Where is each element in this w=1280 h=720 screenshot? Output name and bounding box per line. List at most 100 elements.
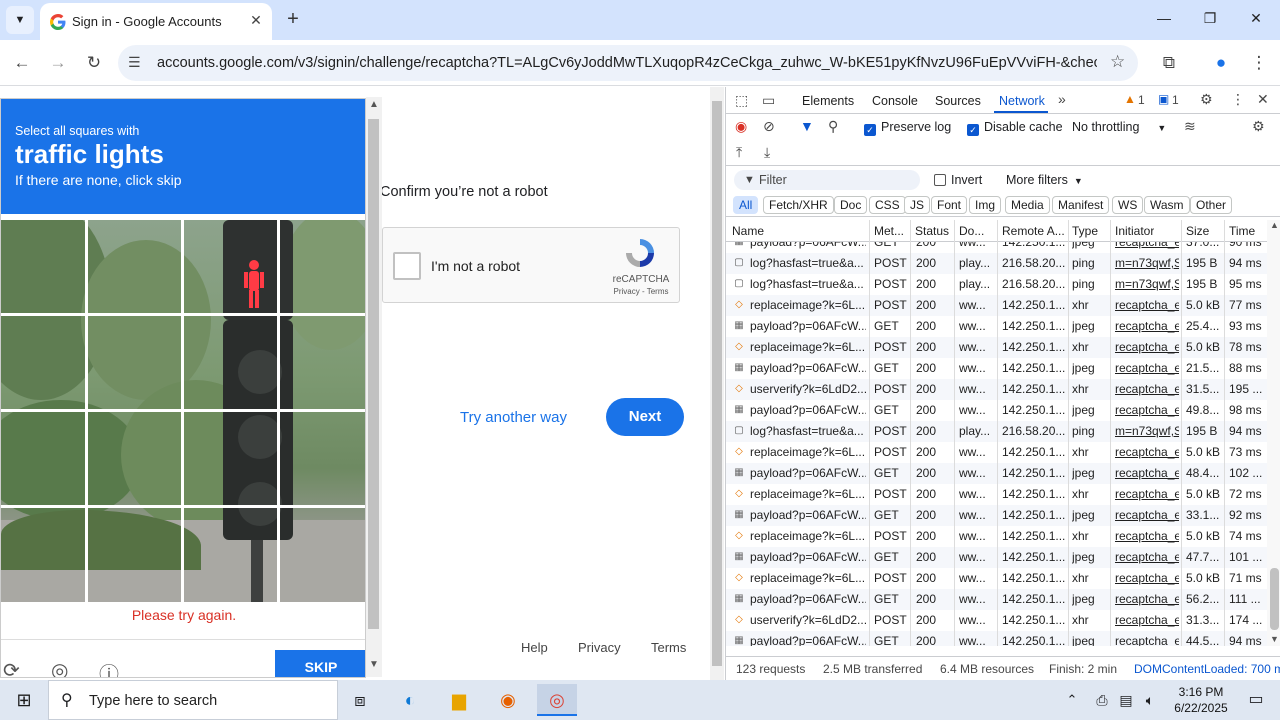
- request-initiator[interactable]: recaptcha_e: [1115, 319, 1179, 333]
- col-initiator[interactable]: Initiator: [1115, 224, 1154, 238]
- extensions-icon[interactable]: ⧉: [1156, 50, 1182, 76]
- message-icon[interactable]: ▣: [1158, 92, 1169, 106]
- try-another-way-link[interactable]: Try another way: [460, 409, 567, 426]
- type-filter-manifest[interactable]: Manifest: [1052, 196, 1110, 214]
- type-filter-css[interactable]: CSS: [869, 196, 906, 214]
- minimize-icon[interactable]: —: [1154, 10, 1174, 30]
- device-toolbar-icon[interactable]: ▭: [762, 92, 775, 109]
- reload-icon[interactable]: ↻: [81, 50, 107, 76]
- col-domain[interactable]: Do...: [959, 224, 995, 238]
- menu-kebab-icon[interactable]: ⋮: [1246, 50, 1272, 76]
- record-icon[interactable]: ◉: [735, 118, 747, 135]
- search-icon[interactable]: ⚲: [828, 118, 838, 135]
- scroll-up-icon[interactable]: ▲: [1270, 220, 1279, 230]
- recaptcha-privacy-terms[interactable]: Privacy - Terms: [609, 287, 673, 296]
- invert-checkbox[interactable]: Invert: [934, 173, 982, 187]
- filter-input[interactable]: ▼ Filter: [734, 170, 920, 190]
- col-type[interactable]: Type: [1072, 224, 1098, 238]
- col-status[interactable]: Status: [915, 224, 949, 238]
- network-table-scrollbar[interactable]: ▲ ▼: [1267, 220, 1280, 646]
- task-view-icon[interactable]: ⧈: [340, 684, 380, 716]
- request-initiator[interactable]: recaptcha_e: [1115, 613, 1179, 627]
- request-initiator[interactable]: recaptcha_e: [1115, 466, 1179, 480]
- network-icon[interactable]: ▤: [1114, 684, 1138, 716]
- type-filter-doc[interactable]: Doc: [834, 196, 868, 214]
- preserve-log-checkbox[interactable]: ✓ Preserve log: [864, 120, 951, 136]
- reload-challenge-icon[interactable]: ⟳: [3, 658, 25, 677]
- scrollbar-thumb[interactable]: [712, 101, 722, 666]
- col-time[interactable]: Time: [1229, 224, 1255, 238]
- column-separator[interactable]: [1224, 220, 1225, 646]
- restore-icon[interactable]: ❐: [1200, 10, 1220, 30]
- scrollbar-thumb[interactable]: [368, 119, 379, 629]
- info-icon[interactable]: ⓘ: [99, 658, 121, 677]
- tab-network[interactable]: Network: [999, 94, 1045, 108]
- tab-search-button[interactable]: ▼: [6, 6, 34, 34]
- request-initiator[interactable]: recaptcha_e: [1115, 445, 1179, 459]
- type-filter-js[interactable]: JS: [904, 196, 931, 214]
- devtools-menu-icon[interactable]: ⋮: [1231, 91, 1245, 108]
- firefox-icon[interactable]: ◉: [488, 684, 528, 716]
- skip-button[interactable]: SKIP: [275, 650, 365, 677]
- type-filter-other[interactable]: Other: [1190, 196, 1233, 214]
- captcha-image-grid[interactable]: [1, 220, 365, 602]
- more-tabs-icon[interactable]: »: [1058, 91, 1066, 107]
- notifications-icon[interactable]: ▭: [1236, 684, 1276, 716]
- profile-avatar-icon[interactable]: ●: [1208, 50, 1234, 76]
- show-hidden-icons[interactable]: ⌃: [1060, 684, 1084, 716]
- settings-gear-icon[interactable]: ⚙: [1200, 91, 1213, 108]
- filter-funnel-icon[interactable]: ▼: [800, 118, 814, 134]
- col-method[interactable]: Met...: [874, 224, 912, 238]
- taskbar-clock[interactable]: 3:16 PM 6/22/2025: [1170, 684, 1232, 716]
- tab-console[interactable]: Console: [872, 94, 918, 108]
- browser-tab[interactable]: Sign in - Google Accounts ✕: [40, 3, 272, 40]
- export-har-icon[interactable]: ⤓: [764, 144, 770, 161]
- devtools-close-icon[interactable]: ✕: [1257, 91, 1269, 108]
- column-separator[interactable]: [910, 220, 911, 646]
- bookmark-star-icon[interactable]: ☆: [1110, 52, 1125, 72]
- col-remote-address[interactable]: Remote A...: [1002, 224, 1068, 238]
- disable-cache-checkbox[interactable]: ✓ Disable cache: [967, 120, 1063, 136]
- import-har-icon[interactable]: ⤒: [736, 144, 742, 161]
- forward-icon[interactable]: →: [45, 50, 71, 76]
- warning-icon[interactable]: ▲: [1124, 92, 1136, 106]
- type-filter-fetch-xhr[interactable]: Fetch/XHR: [763, 196, 834, 214]
- page-scrollbar[interactable]: [710, 87, 724, 680]
- request-initiator[interactable]: recaptcha_e: [1115, 529, 1179, 543]
- request-initiator[interactable]: recaptcha_e: [1115, 592, 1179, 606]
- type-filter-wasm[interactable]: Wasm: [1144, 196, 1190, 214]
- request-initiator[interactable]: m=n73qwf,S: [1115, 277, 1179, 291]
- taskbar-search-box[interactable]: ⚲ Type here to search: [48, 680, 338, 720]
- type-filter-font[interactable]: Font: [931, 196, 968, 214]
- col-name[interactable]: Name: [732, 224, 764, 238]
- request-initiator[interactable]: recaptcha_e: [1115, 361, 1179, 375]
- footer-terms-link[interactable]: Terms: [651, 640, 686, 655]
- tab-elements[interactable]: Elements: [802, 94, 854, 108]
- col-size[interactable]: Size: [1186, 224, 1209, 238]
- column-separator[interactable]: [1110, 220, 1111, 646]
- request-initiator[interactable]: recaptcha_e: [1115, 403, 1179, 417]
- request-initiator[interactable]: recaptcha_e: [1115, 487, 1179, 501]
- recaptcha-checkbox[interactable]: [393, 252, 421, 280]
- file-explorer-icon[interactable]: ▆: [439, 684, 479, 716]
- request-initiator[interactable]: m=n73qwf,S: [1115, 256, 1179, 270]
- tab-close-icon[interactable]: ✕: [246, 10, 266, 30]
- column-separator[interactable]: [869, 220, 870, 646]
- column-separator[interactable]: [954, 220, 955, 646]
- network-conditions-icon[interactable]: ≋: [1184, 118, 1196, 135]
- type-filter-img[interactable]: Img: [969, 196, 1002, 214]
- scroll-down-icon[interactable]: ▼: [1270, 634, 1279, 644]
- tray-device-icon[interactable]: ⎙: [1090, 684, 1114, 716]
- request-initiator[interactable]: m=n73qwf,S: [1115, 424, 1179, 438]
- scrollbar-thumb[interactable]: [1270, 568, 1279, 630]
- address-bar[interactable]: ☰ accounts.google.com/v3/signin/challeng…: [118, 45, 1138, 81]
- scroll-down-icon[interactable]: ▼: [369, 659, 379, 670]
- tab-sources[interactable]: Sources: [935, 94, 981, 108]
- request-initiator[interactable]: recaptcha_e: [1115, 340, 1179, 354]
- column-separator[interactable]: [997, 220, 998, 646]
- scroll-up-icon[interactable]: ▲: [369, 99, 379, 110]
- footer-help-link[interactable]: Help: [521, 640, 548, 655]
- request-initiator[interactable]: recaptcha_e: [1115, 508, 1179, 522]
- column-separator[interactable]: [1181, 220, 1182, 646]
- request-initiator[interactable]: recaptcha_e: [1115, 382, 1179, 396]
